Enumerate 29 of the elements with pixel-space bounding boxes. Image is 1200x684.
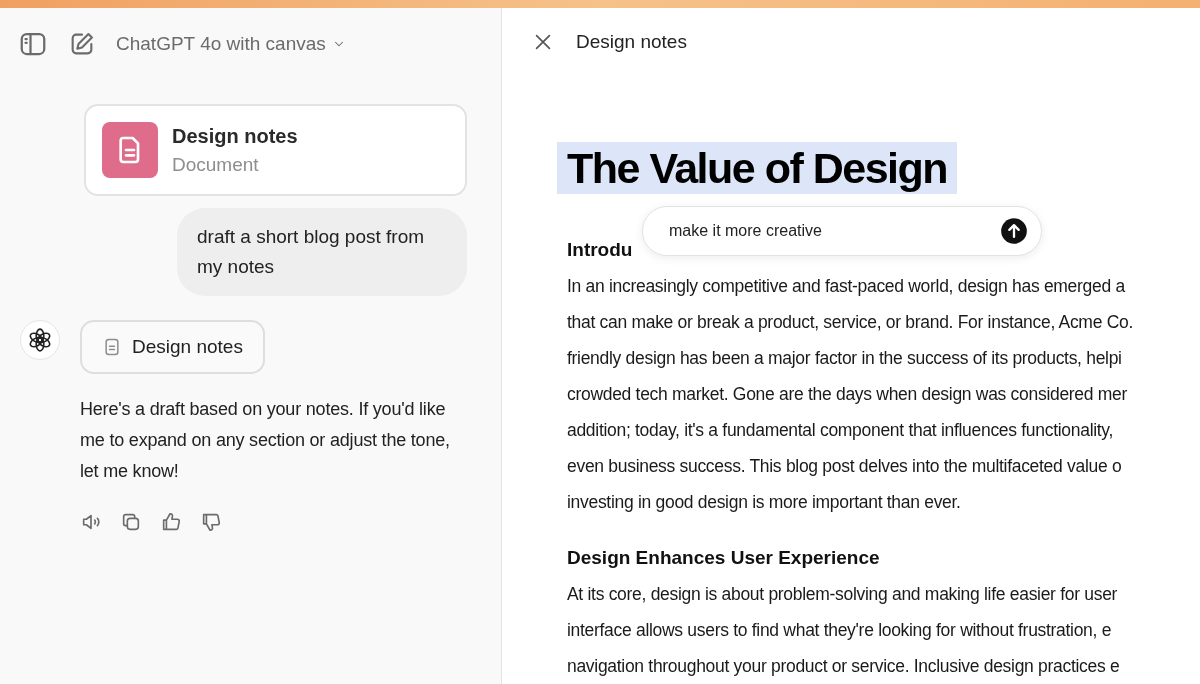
assistant-avatar [20,320,60,360]
assistant-reply: Here's a draft based on your notes. If you'd like me to expand on any section or adjust the tone, let me know! [80,398,451,483]
body-text: crowded tech market. Gone are the days when design was considered mer [567,383,1129,406]
section-heading: Design Enhances User Experience [567,546,881,570]
model-selector[interactable]: ChatGPT 4o with canvas [116,29,346,59]
body-text: At its core, design is about problem-solving and making life easier for user [567,583,1119,606]
document-icon [102,122,158,178]
thumbs-down-icon[interactable] [200,511,222,533]
copy-icon[interactable] [120,511,142,533]
document-type: Document [172,152,260,177]
body-text: addition; today, it's a fundamental component that influences functionality, [567,419,1115,442]
body-text: investing in good design is more important than ever. [567,491,962,514]
document-title: Design notes [172,123,298,149]
body-text: that can make or break a product, service, or brand. For instance, Acme Co. [567,311,1134,334]
user-message: draft a short blog post from my notes [177,208,467,296]
document-icon [102,337,122,357]
send-icon[interactable] [1000,217,1028,245]
edit-prompt-field[interactable]: make it more creative [642,206,1042,256]
document-chip[interactable]: Design notes [80,320,265,374]
canvas-title: Design notes [576,29,687,54]
document-heading: The Value of Design [557,142,958,194]
body-text: navigation throughout your product or service. Inclusive design practices e [567,655,1121,678]
body-text: interface allows users to find what they're looking for without frustration, e [567,619,1113,642]
body-text: friendly design has been a major factor in the success of its products, helpi [567,347,1123,370]
thumbs-up-icon[interactable] [160,511,182,533]
section-heading: Introdu [567,238,634,262]
body-text: even business success. This blog post delves into the multifaceted value o [567,455,1123,478]
document-card[interactable]: Design notes Document [84,104,467,196]
body-text: In an increasingly competitive and fast-paced world, design has emerged a [567,275,1127,298]
